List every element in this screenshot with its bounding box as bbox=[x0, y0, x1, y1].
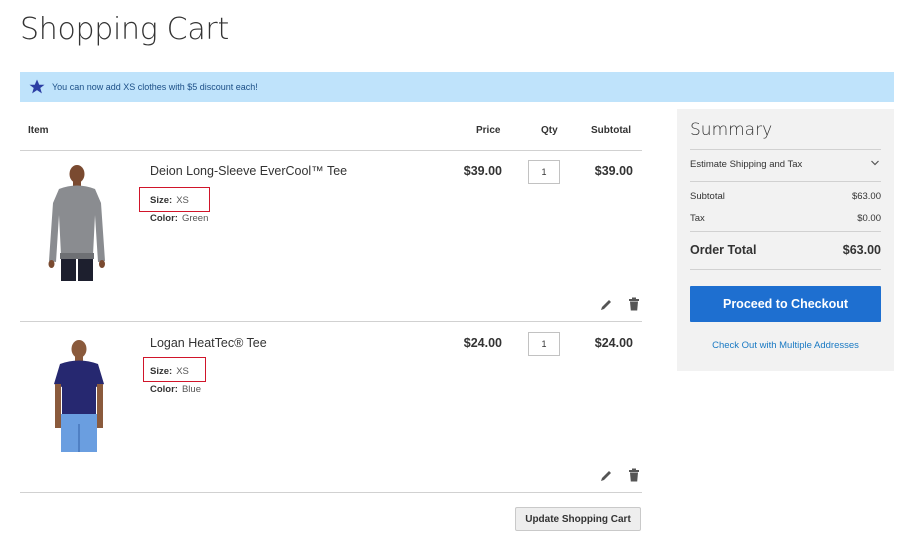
product-image-deion-tee[interactable] bbox=[45, 163, 109, 281]
summary-title: Summary bbox=[690, 120, 773, 140]
size-highlight bbox=[139, 187, 210, 212]
edit-pencil-icon[interactable] bbox=[599, 298, 613, 312]
item-subtotal: $24.00 bbox=[594, 336, 633, 350]
divider bbox=[20, 321, 642, 322]
trash-icon[interactable] bbox=[627, 468, 641, 482]
divider bbox=[690, 231, 881, 232]
color-label: Color: bbox=[150, 384, 178, 395]
tax-value: $0.00 bbox=[857, 213, 881, 224]
subtotal-row: Subtotal $63.00 bbox=[690, 191, 881, 202]
trash-icon[interactable] bbox=[627, 297, 641, 311]
color-value: Green bbox=[181, 213, 209, 224]
star-icon bbox=[27, 77, 47, 97]
divider bbox=[690, 181, 881, 182]
discount-notice: You can now add XS clothes with $5 disco… bbox=[20, 72, 894, 102]
color-option: Color: Green bbox=[150, 213, 208, 224]
notice-message: You can now add XS clothes with $5 disco… bbox=[52, 82, 258, 92]
divider bbox=[690, 149, 881, 150]
order-total-row: Order Total $63.00 bbox=[690, 243, 881, 257]
header-qty: Qty bbox=[541, 125, 558, 136]
tax-label: Tax bbox=[690, 213, 705, 224]
quantity-input[interactable]: 1 bbox=[528, 332, 560, 356]
color-value: Blue bbox=[181, 384, 201, 395]
tax-row: Tax $0.00 bbox=[690, 213, 881, 224]
header-subtotal: Subtotal bbox=[591, 125, 631, 136]
size-highlight bbox=[143, 357, 206, 382]
item-price: $39.00 bbox=[463, 164, 502, 178]
product-name-link[interactable]: Logan HeatTec® Tee bbox=[150, 336, 267, 350]
divider bbox=[20, 150, 642, 151]
color-label: Color: bbox=[150, 213, 178, 224]
subtotal-label: Subtotal bbox=[690, 191, 725, 202]
header-item: Item bbox=[28, 125, 49, 136]
header-price: Price bbox=[476, 125, 501, 136]
update-cart-button[interactable]: Update Shopping Cart bbox=[515, 507, 641, 531]
order-total-label: Order Total bbox=[690, 243, 757, 257]
chevron-down-icon[interactable] bbox=[870, 158, 880, 168]
color-option: Color: Blue bbox=[150, 384, 201, 395]
divider bbox=[20, 492, 642, 493]
proceed-to-checkout-button[interactable]: Proceed to Checkout bbox=[690, 286, 881, 322]
item-subtotal: $39.00 bbox=[594, 164, 633, 178]
divider bbox=[690, 269, 881, 270]
product-image-logan-tee[interactable] bbox=[48, 338, 110, 452]
product-name-link[interactable]: Deion Long-Sleeve EverCool™ Tee bbox=[150, 164, 347, 178]
quantity-input[interactable]: 1 bbox=[528, 160, 560, 184]
item-price: $24.00 bbox=[463, 336, 502, 350]
multiple-addresses-link[interactable]: Check Out with Multiple Addresses bbox=[677, 340, 894, 351]
edit-pencil-icon[interactable] bbox=[599, 469, 613, 483]
estimate-shipping-toggle[interactable]: Estimate Shipping and Tax bbox=[690, 159, 802, 170]
page-title: Shopping Cart bbox=[20, 12, 229, 47]
subtotal-value: $63.00 bbox=[851, 191, 881, 202]
order-summary: Summary Estimate Shipping and Tax Subtot… bbox=[677, 109, 894, 371]
order-total-value: $63.00 bbox=[842, 243, 881, 257]
